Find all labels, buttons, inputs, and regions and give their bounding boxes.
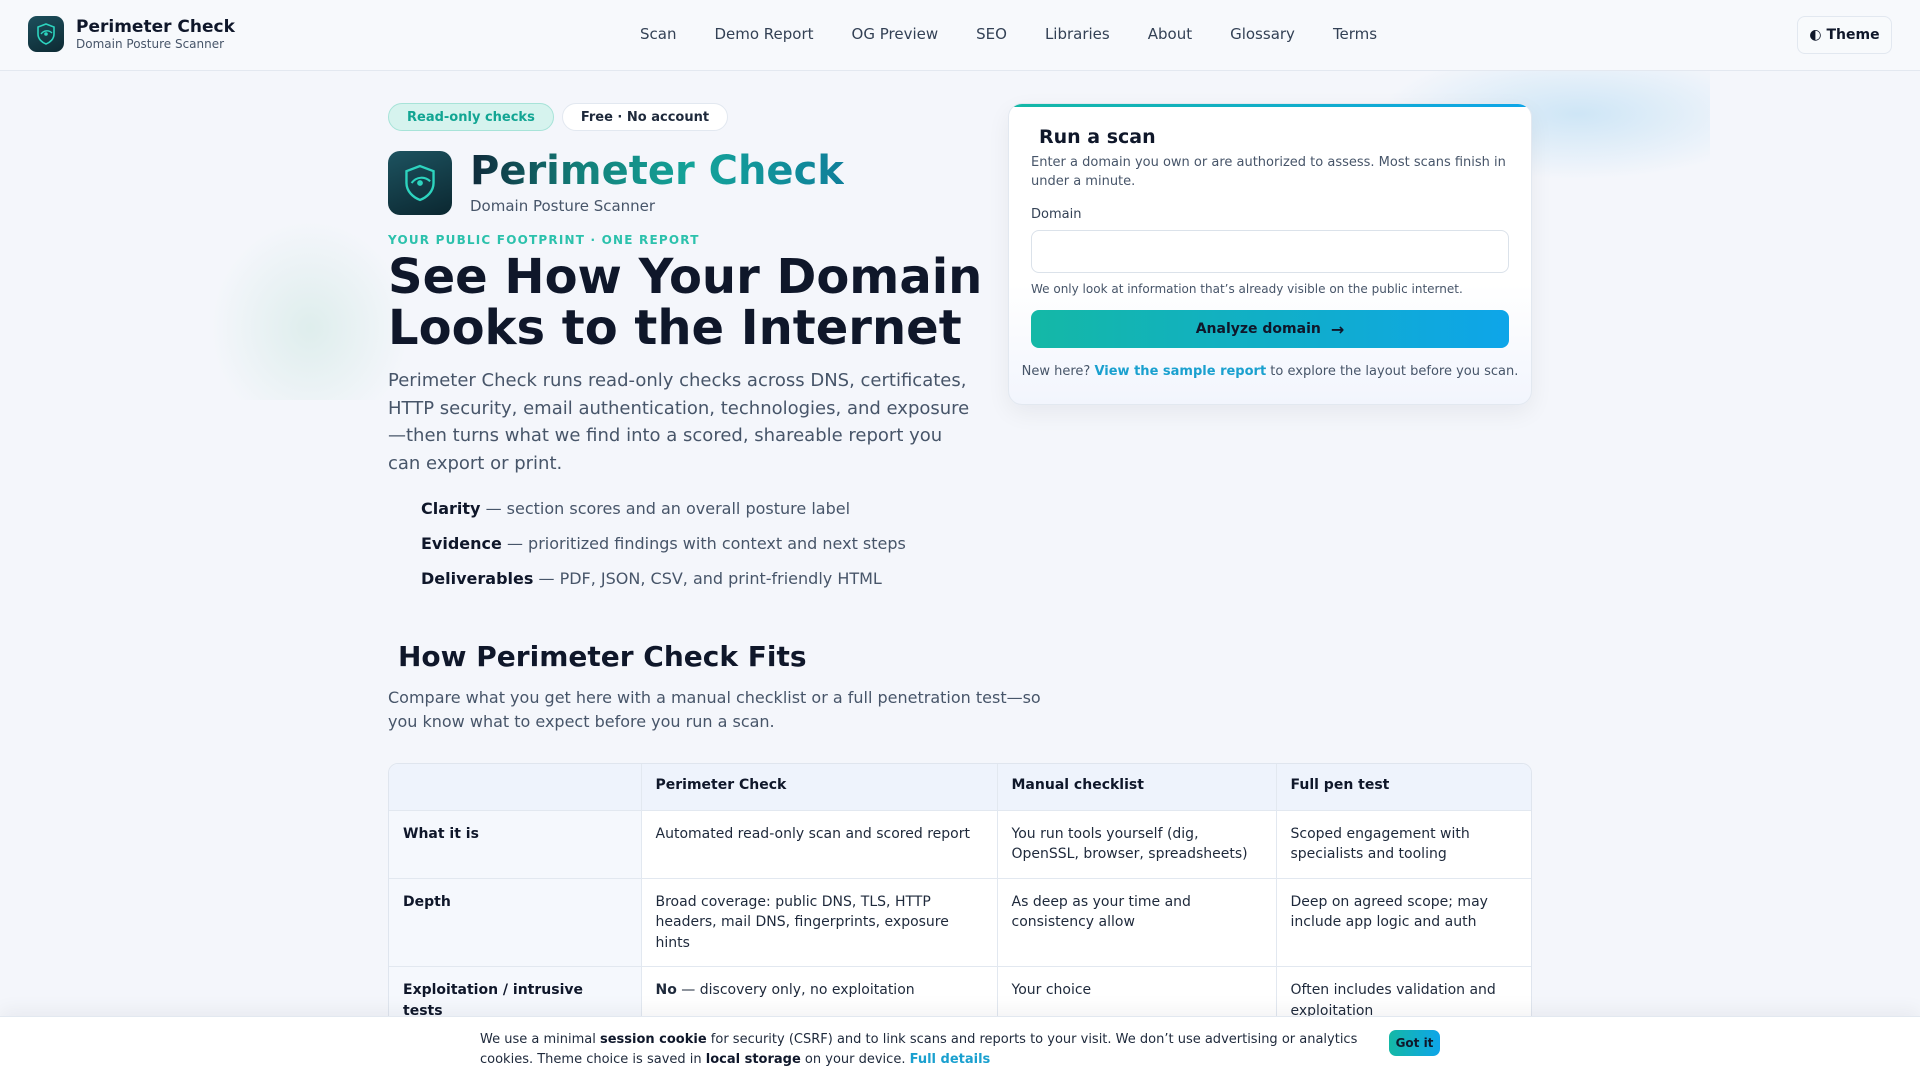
nav-demo-report[interactable]: Demo Report (714, 25, 813, 43)
nav-og-preview[interactable]: OG Preview (852, 25, 939, 43)
sample-report-hint: New here? View the sample report to expl… (1021, 364, 1519, 379)
feature-list: Clarity — section scores and an overall … (421, 499, 906, 604)
card-accent-line (1009, 104, 1531, 107)
nav-seo[interactable]: SEO (976, 25, 1007, 43)
shield-logo-icon (388, 151, 452, 215)
table-cell: Deep on agreed scope; may include app lo… (1276, 878, 1531, 967)
hero-eyebrow: YOUR PUBLIC FOOTPRINT · ONE REPORT (388, 233, 700, 247)
table-cell: Scoped engagement with specialists and t… (1276, 810, 1531, 879)
row-label: What it is (389, 810, 642, 879)
arrow-right-icon: → (1330, 319, 1345, 339)
analyze-domain-button[interactable]: Analyze domain → (1031, 310, 1509, 348)
table-row: Depth Broad coverage: public DNS, TLS, H… (389, 878, 1531, 967)
card-description: Enter a domain you own or are authorized… (1031, 155, 1506, 189)
hero-headline: See How Your Domain Looks to the Interne… (388, 249, 983, 356)
cookie-full-details-link[interactable]: Full details (910, 1052, 991, 1067)
hero-product-subtitle: Domain Posture Scanner (470, 197, 656, 215)
brand-home-link[interactable]: Perimeter Check Domain Posture Scanner (28, 16, 235, 52)
run-scan-card: Run a scan Enter a domain you own or are… (1008, 103, 1532, 405)
card-title: Run a scan (1039, 126, 1156, 148)
view-sample-report-link[interactable]: View the sample report (1094, 364, 1266, 379)
column-header-manual-checklist: Manual checklist (997, 764, 1277, 811)
brand-tagline: Domain Posture Scanner (76, 36, 225, 51)
brand-name: Perimeter Check (76, 16, 235, 37)
background-glow-left (210, 220, 410, 400)
hero-chips: Read-only checks Free · No account (388, 103, 736, 131)
analyze-button-label: Analyze domain (1195, 321, 1321, 337)
cookie-accept-button[interactable]: Got it (1389, 1030, 1440, 1056)
column-header-empty (389, 764, 642, 811)
table-cell: You run tools yourself (dig, OpenSSL, br… (997, 810, 1277, 879)
table-row: What it is Automated read-only scan and … (389, 810, 1531, 879)
cookie-banner: We use a minimal session cookie for secu… (0, 1016, 1920, 1080)
nav-scan[interactable]: Scan (640, 25, 676, 43)
nav-terms[interactable]: Terms (1333, 25, 1377, 43)
feature-item-evidence: Evidence — prioritized findings with con… (421, 534, 906, 553)
fits-section-description: Compare what you get here with a manual … (388, 688, 1041, 731)
shield-logo-icon (28, 16, 64, 52)
hero-product-title: Perimeter Check (470, 148, 844, 194)
feature-item-deliverables: Deliverables — PDF, JSON, CSV, and print… (421, 569, 882, 588)
column-header-full-pen-test: Full pen test (1276, 764, 1531, 811)
domain-input[interactable] (1031, 230, 1509, 273)
table-cell: Automated read-only scan and scored repo… (641, 810, 998, 879)
theme-toggle-button[interactable]: ◐ Theme (1797, 16, 1892, 54)
table-header-row: Perimeter Check Manual checklist Full pe… (389, 764, 1531, 811)
chip-read-only: Read-only checks (388, 103, 554, 131)
table-cell: Broad coverage: public DNS, TLS, HTTP he… (641, 878, 998, 967)
main-nav: Scan Demo Report OG Preview SEO Librarie… (640, 25, 1415, 43)
nav-glossary[interactable]: Glossary (1230, 25, 1295, 43)
nav-about[interactable]: About (1148, 25, 1192, 43)
domain-label: Domain (1031, 207, 1082, 222)
cookie-message: We use a minimal session cookie for secu… (480, 1032, 1358, 1067)
fits-section-title: How Perimeter Check Fits (398, 640, 807, 673)
nav-libraries[interactable]: Libraries (1045, 25, 1110, 43)
table-cell: As deep as your time and consistency all… (997, 878, 1277, 967)
row-label: Depth (389, 878, 642, 967)
top-navigation-bar: Perimeter Check Domain Posture Scanner S… (0, 0, 1920, 71)
domain-help-text: We only look at information that’s alrea… (1031, 282, 1463, 296)
hero-lead-paragraph: Perimeter Check runs read-only checks ac… (388, 370, 970, 474)
feature-item-clarity: Clarity — section scores and an overall … (421, 499, 851, 518)
chip-free: Free · No account (561, 103, 729, 131)
column-header-perimeter-check: Perimeter Check (641, 764, 998, 811)
